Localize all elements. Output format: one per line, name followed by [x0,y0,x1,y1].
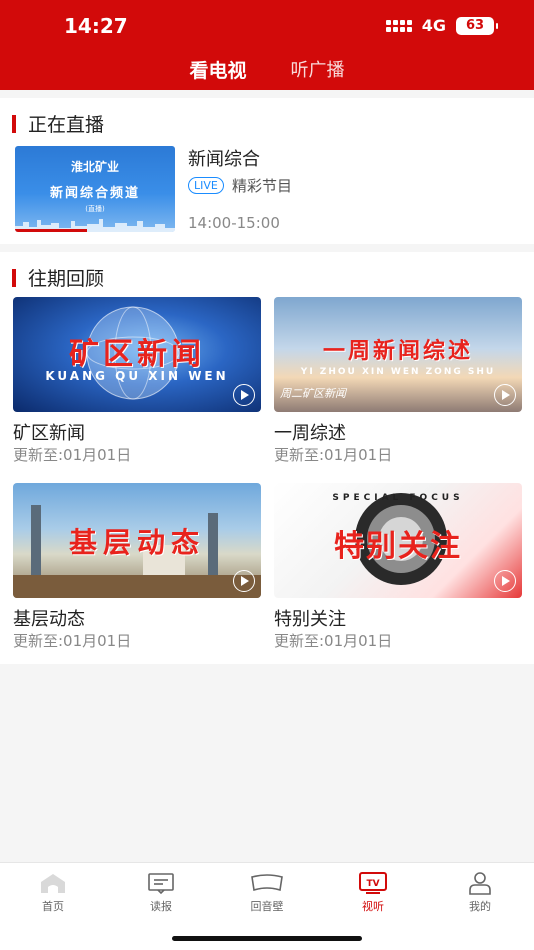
newspaper-icon [148,873,174,895]
card-update-date: 更新至:01月01日 [274,446,393,464]
card-update-date: 更新至:01月01日 [13,632,132,650]
home-indicator [172,936,362,941]
card-thumbnail[interactable]: 矿区新闻 KUANG QU XIN WEN [13,297,261,412]
card-title[interactable]: 矿区新闻 [13,419,85,445]
card-thumbnail[interactable]: 基层动态 [13,483,261,598]
nav-label: 回音壁 [250,900,284,913]
nav-profile[interactable]: 我的 [440,871,520,914]
card-title[interactable]: 一周综述 [274,419,346,445]
status-time: 14:27 [64,14,128,38]
card-thumbnail[interactable]: 一周新闻综述 YI ZHOU XIN WEN ZONG SHU 周二矿区新闻 [274,297,522,412]
signal-icon [385,19,412,32]
card-update-date: 更新至:01月01日 [274,632,393,650]
nav-label: 读报 [150,900,172,913]
channel-logo-text: 淮北矿业 [70,160,119,174]
channel-banner-subtext: (直播) [85,205,105,213]
play-icon[interactable] [233,570,255,592]
echo-wall-icon [251,874,283,892]
live-program-time: 14:00-15:00 [188,214,280,232]
thumb-subtitle: YI ZHOU XIN WEN ZONG SHU [300,367,496,377]
thumb-title: 矿区新闻 [69,337,205,372]
nav-label: 我的 [469,900,491,913]
nav-echo-wall[interactable]: 回音壁 [227,871,307,914]
nav-home[interactable]: 首页 [13,871,93,914]
section-accent-bar [12,268,16,287]
battery-icon: 63 [456,16,498,35]
live-program-desc: 精彩节目 [232,177,293,195]
thumb-subtitle: KUANG QU XIN WEN [45,369,229,383]
card-title[interactable]: 特别关注 [274,605,346,631]
archive-section-header: 往期回顾 [12,264,104,291]
home-icon [41,874,65,893]
tv-icon: TV [359,872,387,894]
user-icon [469,872,491,895]
thumb-title: 特别关注 [334,529,462,564]
nav-audio-video[interactable]: TV 视听 [333,871,413,914]
live-channel-thumbnail[interactable]: 淮北矿业 新闻综合频道 (直播) [15,146,175,232]
nav-newspaper[interactable]: 读报 [121,871,201,914]
network-type: 4G [421,16,446,35]
play-icon[interactable] [494,570,516,592]
thumb-title: 一周新闻综述 [322,339,473,364]
section-accent-bar [12,114,16,133]
live-channel-name[interactable]: 新闻综合 [188,145,260,171]
play-icon[interactable] [233,384,255,406]
live-section-header: 正在直播 [12,110,104,137]
tab-watch-tv[interactable]: 看电视 [189,56,246,83]
play-icon[interactable] [494,384,516,406]
thumb-title: 基层动态 [68,526,205,559]
archive-section-title: 往期回顾 [28,268,105,290]
thumb-caption: 周二矿区新闻 [280,387,346,400]
svg-text:TV: TV [366,879,379,889]
card-update-date: 更新至:01月01日 [13,446,132,464]
nav-label: 视听 [362,900,384,913]
live-badge: LIVE [188,177,224,194]
status-indicators: 4G 63 [385,16,498,35]
channel-banner-text: 新闻综合频道 [49,186,140,201]
live-section-title: 正在直播 [28,114,105,136]
media-tabs: 看电视 听广播 [0,56,534,83]
thumb-subtitle: SPECIAL FOCUS [332,493,464,503]
tab-listen-radio[interactable]: 听广播 [291,56,345,83]
top-bar: 14:27 4G 63 看电视 听广播 [0,0,534,90]
live-progress-bar [15,229,87,232]
nav-label: 首页 [42,900,64,913]
card-title[interactable]: 基层动态 [13,605,85,631]
card-thumbnail[interactable]: SPECIAL FOCUS 特别关注 [274,483,522,598]
